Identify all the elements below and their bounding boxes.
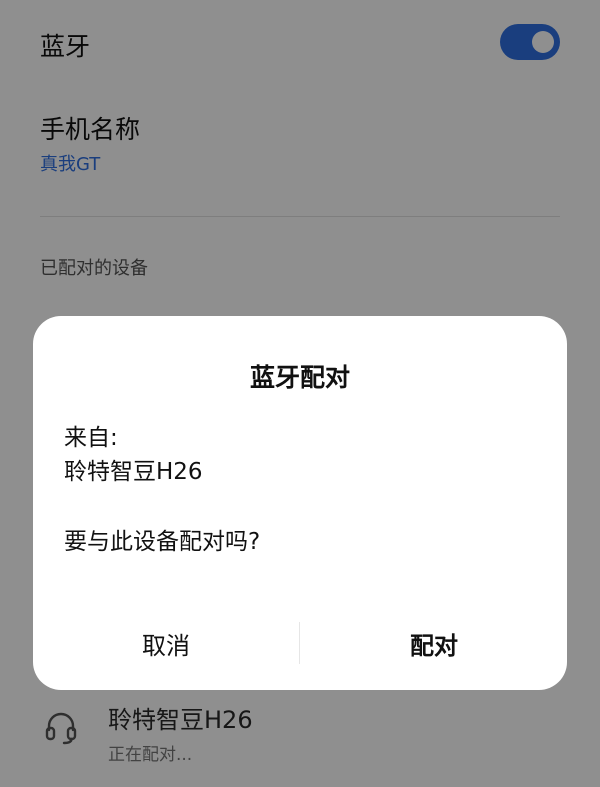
pair-question: 要与此设备配对吗?	[64, 529, 261, 555]
dialog-title: 蓝牙配对	[249, 363, 350, 392]
pair-button[interactable]: 配对	[301, 612, 567, 674]
cancel-button[interactable]: 取消	[33, 612, 299, 674]
button-separator	[299, 622, 300, 664]
dialog-device-name: 聆特智豆H26	[64, 459, 203, 485]
from-label: 来自:	[64, 425, 118, 451]
pairing-dialog: 蓝牙配对 来自: 聆特智豆H26 要与此设备配对吗? 取消 配对	[33, 316, 567, 690]
